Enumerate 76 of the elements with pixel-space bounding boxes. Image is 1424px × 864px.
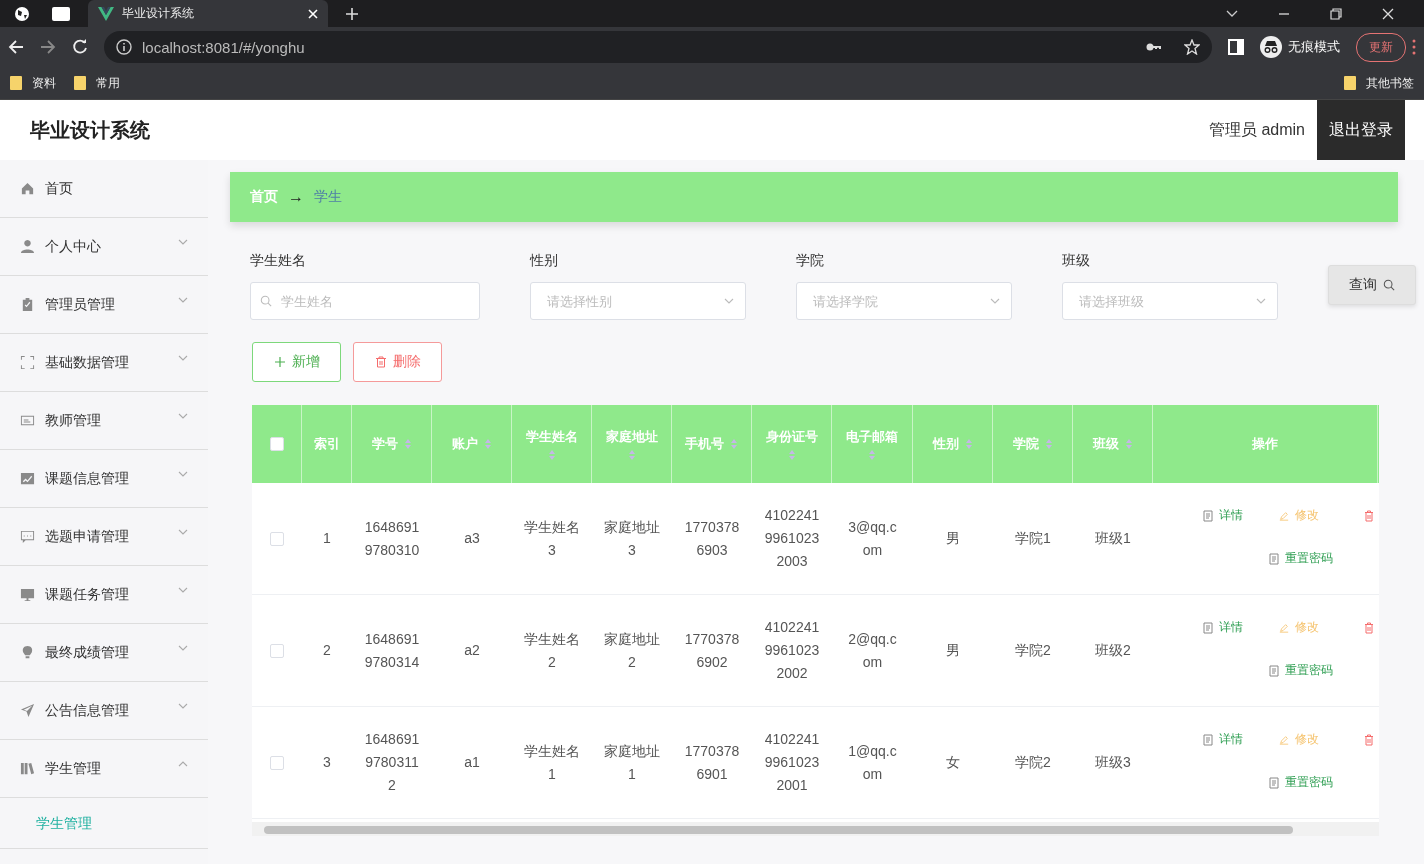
table-cell-text: 学生姓名 1 bbox=[523, 741, 581, 784]
table-cell-text: 家庭地址 1 bbox=[603, 741, 661, 784]
bookmark[interactable]: 资料 bbox=[10, 74, 56, 92]
address-bar[interactable]: localhost:8081/#/yonghu bbox=[104, 31, 1212, 64]
table-cell-text: 学生姓名 3 bbox=[523, 517, 581, 560]
select-field[interactable]: 请选择班级 bbox=[1062, 282, 1278, 320]
table-cell-text: 学院2 bbox=[1015, 753, 1051, 772]
sidebar-item[interactable]: 课题信息管理 bbox=[0, 450, 208, 508]
tab-title: 毕业设计系统 bbox=[122, 5, 195, 22]
table-cell-text: 3 bbox=[323, 753, 331, 772]
filter-label: 性别 bbox=[530, 252, 559, 270]
table-cell-text: 164869197803112 bbox=[363, 730, 421, 795]
table-cell-text: 17703786903 bbox=[683, 517, 741, 560]
table-cell-text: a3 bbox=[464, 529, 480, 548]
add-button[interactable]: 新增 bbox=[252, 342, 341, 382]
table-cell-text: 男 bbox=[946, 529, 960, 548]
sidebar-item[interactable]: 个人中心 bbox=[0, 218, 208, 276]
select-field[interactable]: 请选择性别 bbox=[530, 282, 746, 320]
browser-tab[interactable]: 毕业设计系统 bbox=[88, 0, 328, 27]
url-text: localhost:8081/#/yonghu bbox=[142, 38, 305, 56]
table-cell-text: 16486919780314 bbox=[363, 629, 421, 672]
breadcrumb-separator: → bbox=[288, 188, 304, 206]
sidebar-item[interactable]: 管理员管理 bbox=[0, 276, 208, 334]
table-cell-text: 女 bbox=[946, 753, 960, 772]
table-cell-text: 410224199610232002 bbox=[763, 618, 821, 683]
sidebar-item[interactable]: 首页 bbox=[0, 160, 208, 218]
reset-password-button[interactable]: 重置密码 bbox=[1268, 774, 1333, 791]
table-cell-text: 16486919780310 bbox=[363, 517, 421, 560]
table-cell-text: 学院2 bbox=[1015, 641, 1051, 660]
table-cell-text: 3@qq.com bbox=[847, 517, 898, 560]
sidebar-item[interactable]: 选题申请管理 bbox=[0, 508, 208, 566]
sidebar-item[interactable]: 最终成绩管理 bbox=[0, 624, 208, 682]
bookmark[interactable]: 其他书签 bbox=[1344, 74, 1414, 92]
detail-button[interactable]: 详情 bbox=[1203, 507, 1243, 524]
sidebar-item[interactable]: 学生管理 bbox=[0, 740, 208, 798]
profile-button[interactable]: 无痕模式 bbox=[1260, 36, 1340, 59]
app-title: 毕业设计系统 bbox=[30, 117, 150, 143]
table-cell-text: 家庭地址 2 bbox=[603, 629, 661, 672]
table-cell-text: 410224199610232003 bbox=[763, 506, 821, 571]
sidebar-item[interactable]: 基础数据管理 bbox=[0, 334, 208, 392]
select-field[interactable]: 请选择学院 bbox=[796, 282, 1012, 320]
table-cell-text: 学生姓名 2 bbox=[523, 629, 581, 672]
table-cell-text: 班级3 bbox=[1095, 753, 1131, 772]
search-button[interactable]: 查询 bbox=[1328, 265, 1416, 305]
table-cell-text: 男 bbox=[946, 641, 960, 660]
table-cell-text: 17703786901 bbox=[683, 741, 741, 784]
reset-password-button[interactable]: 重置密码 bbox=[1268, 550, 1333, 567]
table-cell-text: 班级2 bbox=[1095, 641, 1131, 660]
table-cell-text: a2 bbox=[464, 641, 480, 660]
logout-button[interactable]: 退出登录 bbox=[1317, 100, 1405, 160]
sidebar-item[interactable]: 教师管理 bbox=[0, 392, 208, 450]
sidebar-subitem[interactable]: 学生管理 bbox=[0, 798, 208, 849]
detail-button[interactable]: 详情 bbox=[1203, 619, 1243, 636]
delete-button[interactable]: 删除 bbox=[353, 342, 442, 382]
sidebar-item[interactable]: 课题任务管理 bbox=[0, 566, 208, 624]
user-label: 管理员 admin bbox=[1208, 119, 1305, 140]
filter-label: 班级 bbox=[1062, 252, 1091, 270]
table-cell-text: 17703786902 bbox=[683, 629, 741, 672]
update-button[interactable]: 更新 bbox=[1356, 32, 1406, 62]
breadcrumb-link[interactable]: 学生 bbox=[314, 188, 342, 206]
table-cell-text: 2 bbox=[323, 641, 331, 660]
table-cell-text: 1 bbox=[323, 529, 331, 548]
filter-label: 学院 bbox=[796, 252, 825, 270]
filter-label: 学生姓名 bbox=[250, 252, 307, 270]
sidebar-item[interactable]: 公告信息管理 bbox=[0, 682, 208, 740]
table-cell-text: 学院1 bbox=[1015, 529, 1051, 548]
search-field[interactable]: 学生姓名 bbox=[250, 282, 480, 320]
table-cell-text: 班级1 bbox=[1095, 529, 1131, 548]
table-cell-text: a1 bbox=[464, 753, 480, 772]
table-cell-text: 2@qq.com bbox=[847, 629, 898, 672]
detail-button[interactable]: 详情 bbox=[1203, 731, 1243, 748]
table-cell-text: 家庭地址 3 bbox=[603, 517, 661, 560]
table-cell-text: 1@qq.com bbox=[847, 741, 898, 784]
bookmark[interactable]: 常用 bbox=[74, 74, 120, 92]
table-cell-text: 410224199610232001 bbox=[763, 730, 821, 795]
reset-password-button[interactable]: 重置密码 bbox=[1268, 662, 1333, 679]
